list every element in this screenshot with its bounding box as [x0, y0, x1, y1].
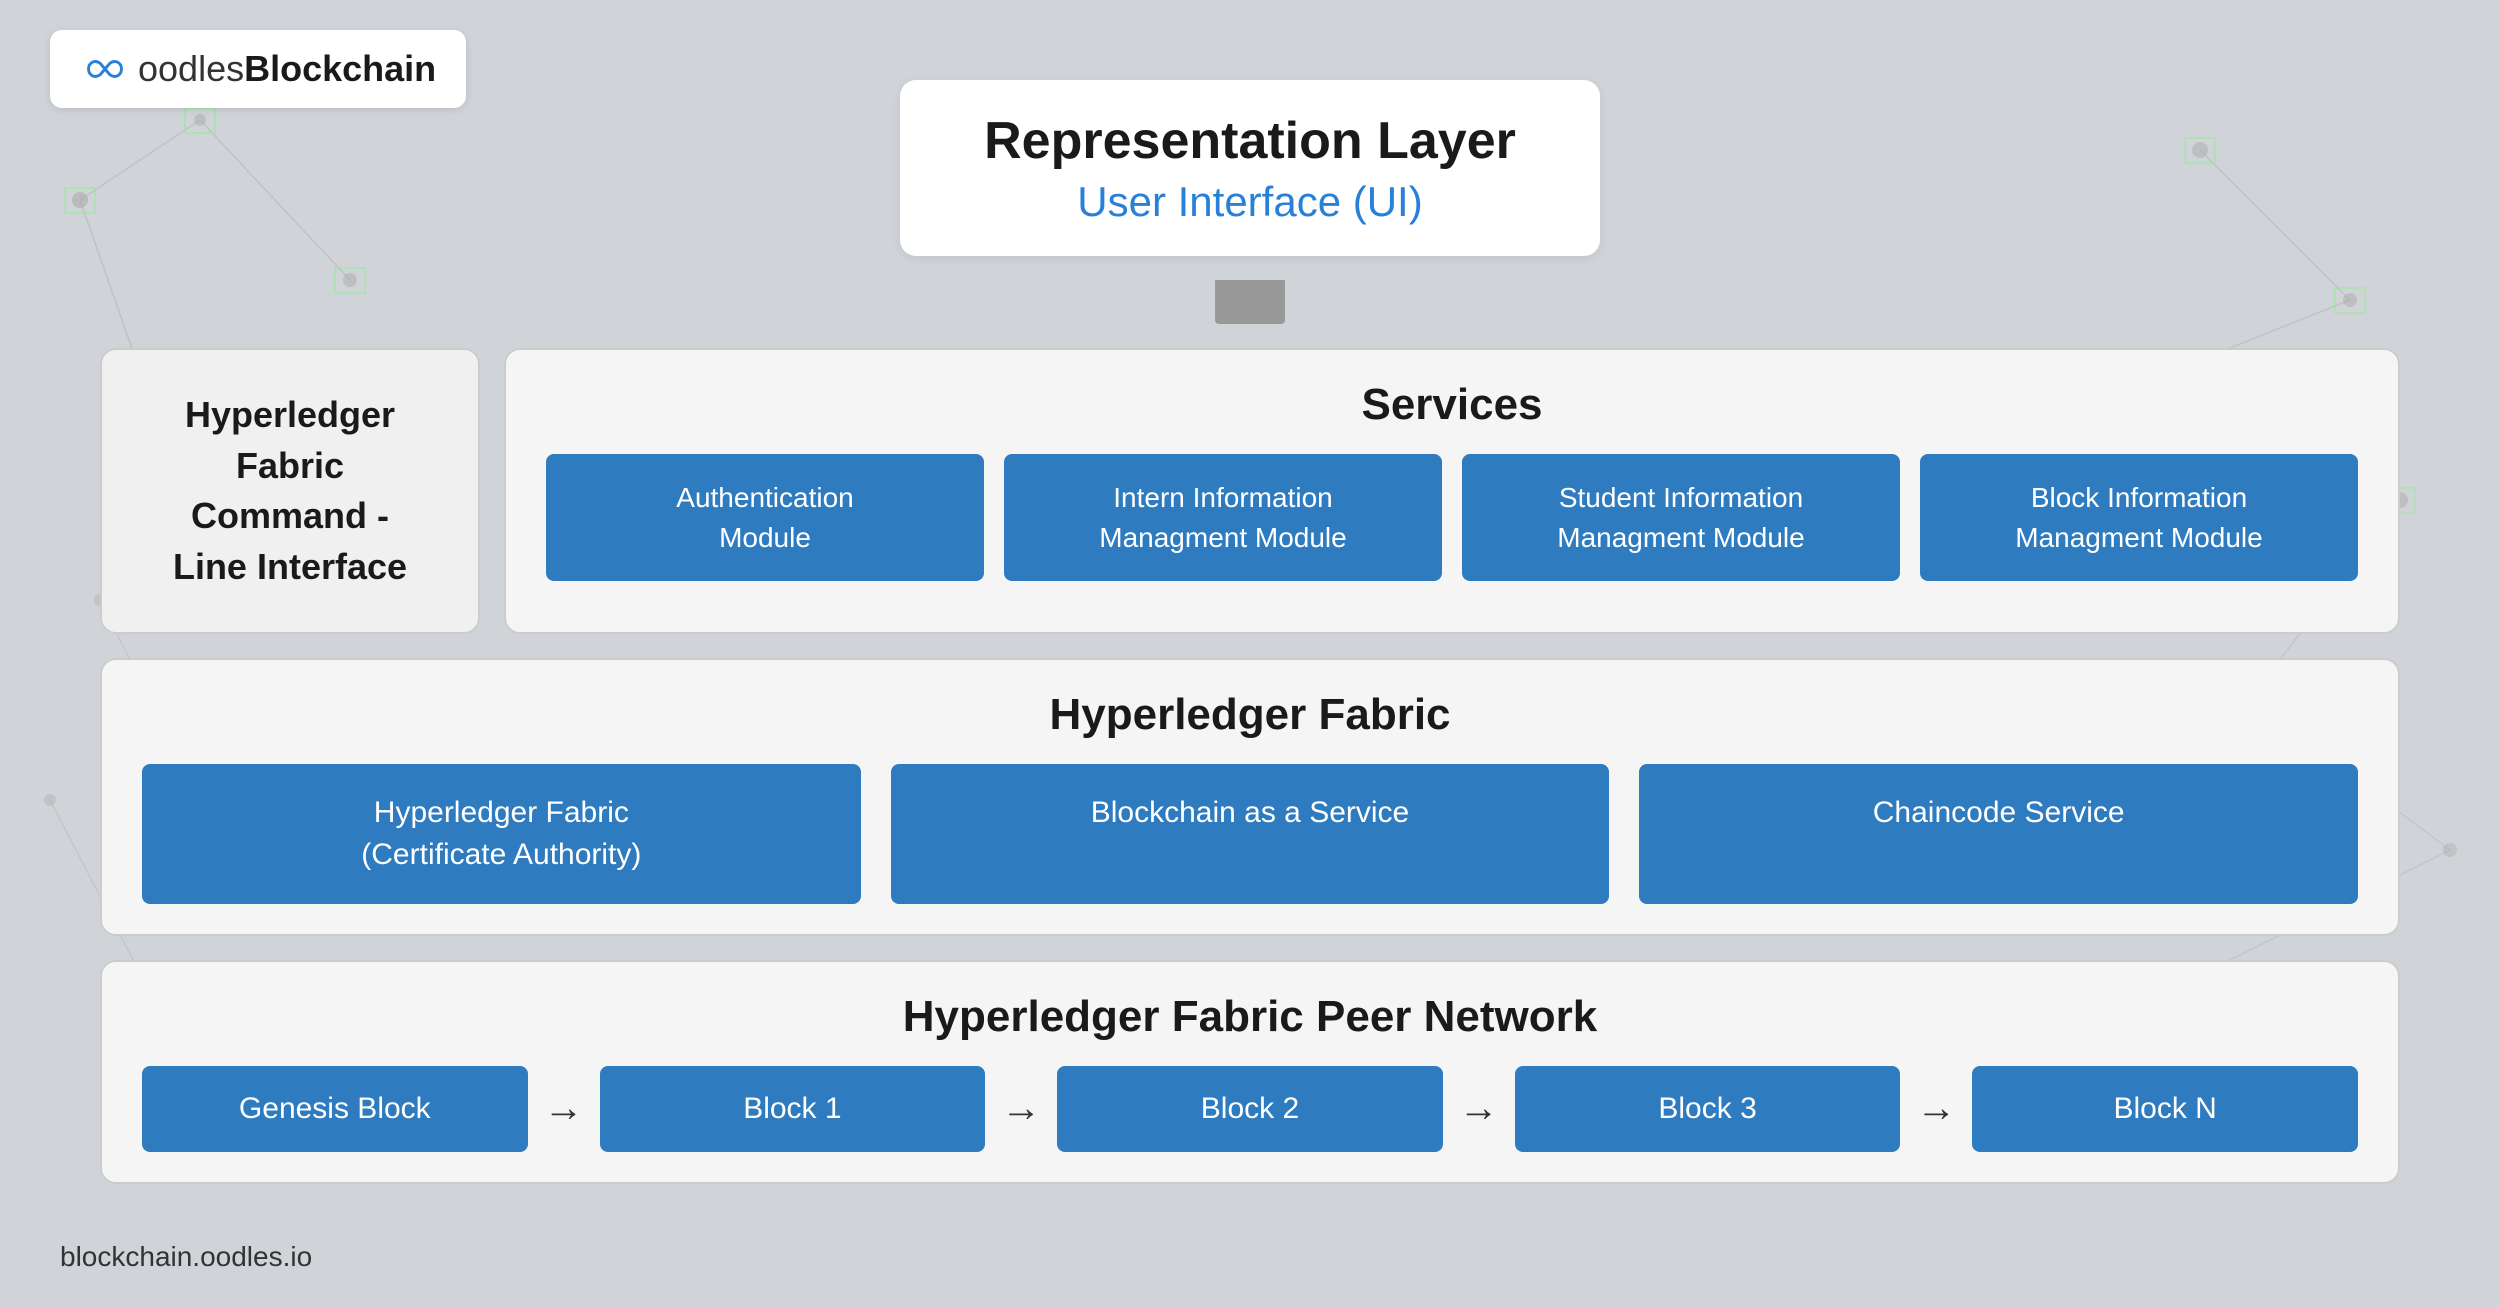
genesis-block: Genesis Block	[142, 1066, 528, 1152]
representation-layer-box: Representation Layer User Interface (UI)	[900, 80, 1600, 256]
auth-module: AuthenticationModule	[546, 454, 984, 580]
block-1: Block 1	[600, 1066, 986, 1152]
services-section: Services AuthenticationModule Intern Inf…	[504, 348, 2400, 634]
cli-text: Hyperledger Fabric Command - Line Interf…	[152, 390, 428, 592]
arrow-2: →	[1001, 1086, 1041, 1131]
cli-box: Hyperledger Fabric Command - Line Interf…	[100, 348, 480, 634]
peer-network-title: Hyperledger Fabric Peer Network	[142, 992, 2358, 1042]
hyperledger-fabric-section: Hyperledger Fabric Hyperledger Fabric(Ce…	[100, 658, 2400, 936]
block-2: Block 2	[1057, 1066, 1443, 1152]
hf-title: Hyperledger Fabric	[142, 690, 2358, 740]
services-title: Services	[546, 380, 2358, 430]
peer-network-section: Hyperledger Fabric Peer Network Genesis …	[100, 960, 2400, 1184]
block-3: Block 3	[1515, 1066, 1901, 1152]
hf-ca-module: Hyperledger Fabric(Certificate Authority…	[142, 764, 861, 904]
block-info-module: Block InformationManagment Module	[1920, 454, 2358, 580]
rep-layer-title: Representation Layer	[980, 110, 1520, 172]
chaincode-service-module: Chaincode Service	[1639, 764, 2358, 904]
arrow-3: →	[1459, 1086, 1499, 1131]
rep-layer-subtitle: User Interface (UI)	[980, 178, 1520, 226]
services-modules-row: AuthenticationModule Intern InformationM…	[546, 454, 2358, 580]
services-row: Hyperledger Fabric Command - Line Interf…	[100, 348, 2400, 634]
peer-chain: Genesis Block → Block 1 → Block 2 → Bloc…	[142, 1066, 2358, 1152]
architecture-diagram: Representation Layer User Interface (UI)…	[100, 80, 2400, 1184]
intern-info-module: Intern InformationManagment Module	[1004, 454, 1442, 580]
block-n: Block N	[1972, 1066, 2358, 1152]
blockchain-service-module: Blockchain as a Service	[891, 764, 1610, 904]
arrow-4: →	[1916, 1086, 1956, 1131]
hf-modules-row: Hyperledger Fabric(Certificate Authority…	[142, 764, 2358, 904]
arrow-1: →	[544, 1086, 584, 1131]
connector-rep-to-services	[100, 280, 2400, 324]
student-info-module: Student InformationManagment Module	[1462, 454, 1900, 580]
